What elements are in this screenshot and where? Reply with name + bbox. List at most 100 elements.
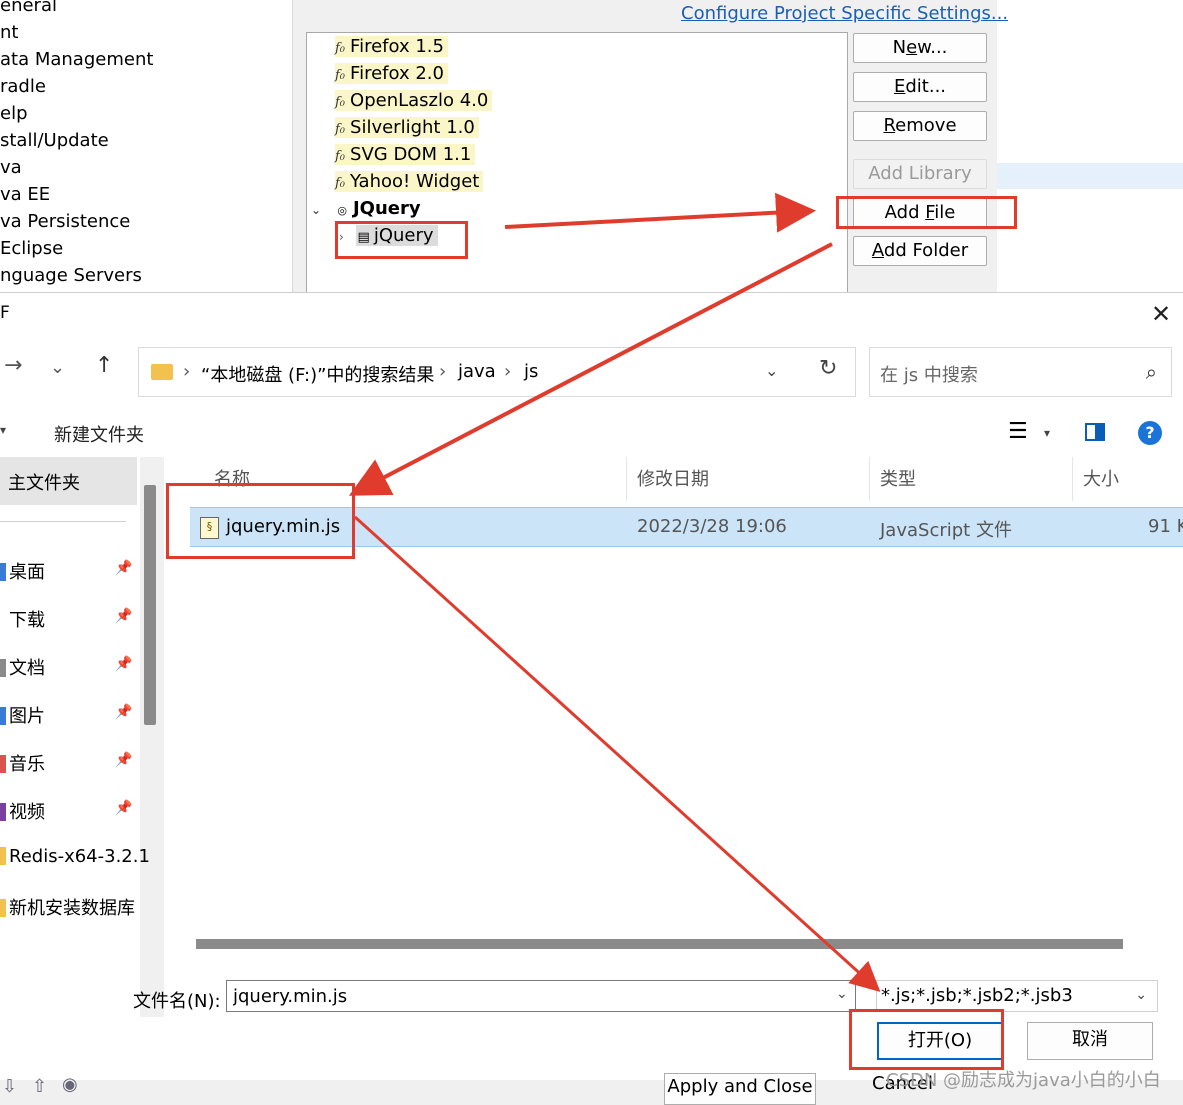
address-bar[interactable]: › “本地磁盘 (F:)”中的搜索结果 › java › js ⌄ ↻ bbox=[138, 347, 856, 397]
view-dropdown-icon[interactable]: ▾ bbox=[1044, 426, 1050, 440]
function-icon: f₀ bbox=[335, 41, 346, 56]
apply-and-close-button[interactable]: Apply and Close bbox=[664, 1073, 816, 1105]
navigation-pane: 主文件夹 桌面 📌 下载 📌 文档 📌 图片 📌 音乐 📌 视频 📌 Redis-x64-3.2.1 新机… bbox=[0, 457, 165, 1017]
pref-item-ant[interactable]: nt bbox=[0, 19, 18, 46]
nav-item[interactable]: 文档 bbox=[0, 654, 45, 680]
library-item[interactable]: f₀ SVG DOM 1.1 bbox=[335, 142, 476, 167]
nav-item-home[interactable]: 主文件夹 bbox=[0, 457, 137, 505]
folder-icon bbox=[0, 847, 6, 865]
nav-item[interactable]: Redis-x64-3.2.1 bbox=[0, 846, 150, 867]
search-icon[interactable]: ⌕ bbox=[1146, 360, 1157, 384]
forward-arrow-icon[interactable]: → bbox=[4, 353, 22, 378]
remove-button[interactable]: Remove bbox=[853, 111, 987, 141]
library-item[interactable]: f₀ Silverlight 1.0 bbox=[335, 115, 479, 140]
pref-item-java-persistence[interactable]: va Persistence bbox=[0, 208, 130, 235]
nav-item[interactable]: 视频 bbox=[0, 798, 45, 824]
annotation-box-file bbox=[166, 483, 355, 559]
add-folder-button[interactable]: Add Folder bbox=[853, 236, 987, 266]
file-type-filter[interactable]: *.js;*.jsb;*.jsb2;*.jsb3 ⌄ bbox=[876, 980, 1158, 1012]
nav-divider bbox=[0, 521, 126, 522]
annotation-box-jquery bbox=[335, 221, 468, 259]
add-library-button: Add Library bbox=[853, 159, 987, 189]
file-open-dialog: F ✕ → ⌄ ↑ › “本地磁盘 (F:)”中的搜索结果 › java › j… bbox=[0, 292, 1183, 1081]
nav-scrollbar-thumb[interactable] bbox=[144, 485, 156, 725]
export-icon[interactable]: ⇧ bbox=[32, 1076, 47, 1097]
pin-icon[interactable]: 📌 bbox=[115, 704, 132, 720]
help-icon[interactable]: ? bbox=[1138, 421, 1162, 445]
edit-button[interactable]: Edit... bbox=[853, 72, 987, 102]
function-icon: f₀ bbox=[335, 122, 346, 137]
selected-row bbox=[997, 163, 1183, 189]
import-icon[interactable]: ⇩ bbox=[2, 1076, 17, 1097]
cancel-button[interactable]: 取消 bbox=[1027, 1022, 1153, 1060]
pref-item-java[interactable]: va bbox=[0, 154, 22, 181]
chevron-down-icon: ⌄ bbox=[1135, 987, 1147, 1003]
nav-item[interactable]: 下载 bbox=[0, 606, 45, 632]
pref-item-eclipse[interactable]: Eclipse bbox=[0, 235, 63, 262]
file-type: JavaScript 文件 bbox=[880, 520, 1012, 541]
pref-item-gradle[interactable]: radle bbox=[0, 73, 46, 100]
nav-item[interactable]: 桌面 bbox=[0, 558, 45, 584]
annotation-box-add-file bbox=[836, 196, 1017, 229]
library-group-jquery[interactable]: ⌄ ◎ JQuery bbox=[311, 196, 421, 221]
pref-item-java-ee[interactable]: va EE bbox=[0, 181, 50, 208]
column-divider[interactable] bbox=[626, 457, 627, 501]
column-header-size[interactable]: 大小 bbox=[1083, 465, 1119, 491]
new-folder-button[interactable]: 新建文件夹 bbox=[54, 421, 144, 447]
folder-icon bbox=[0, 659, 6, 677]
column-divider[interactable] bbox=[869, 457, 870, 501]
pin-icon[interactable]: 📌 bbox=[115, 656, 132, 672]
pin-icon[interactable]: 📌 bbox=[115, 800, 132, 816]
column-header-type[interactable]: 类型 bbox=[880, 465, 916, 491]
pin-icon[interactable]: 📌 bbox=[115, 752, 132, 768]
up-arrow-icon[interactable]: ↑ bbox=[95, 353, 113, 378]
info-icon[interactable]: ◉ bbox=[62, 1074, 78, 1095]
breadcrumb-separator: › bbox=[183, 361, 191, 382]
library-item[interactable]: f₀ OpenLaszlo 4.0 bbox=[335, 88, 493, 113]
address-dropdown-icon[interactable]: ⌄ bbox=[765, 361, 778, 380]
search-input[interactable]: 在 js 中搜索 ⌕ bbox=[869, 347, 1172, 397]
breadcrumb-java[interactable]: java bbox=[458, 361, 496, 382]
folder-icon bbox=[0, 755, 6, 773]
filename-dropdown-icon[interactable]: ⌄ bbox=[836, 986, 848, 1002]
preview-pane-icon[interactable] bbox=[1085, 423, 1105, 441]
library-group-icon: ◎ bbox=[337, 204, 347, 217]
new-button[interactable]: New... bbox=[853, 33, 987, 63]
folder-icon bbox=[0, 899, 6, 917]
chevron-down-icon[interactable]: ⌄ bbox=[311, 203, 321, 217]
folder-icon bbox=[0, 611, 6, 629]
pref-item-help[interactable]: elp bbox=[0, 100, 28, 127]
pin-icon[interactable]: 📌 bbox=[115, 608, 132, 624]
nav-item[interactable]: 新机安装数据库 bbox=[0, 894, 135, 920]
library-item[interactable]: f₀ Yahoo! Widget bbox=[335, 169, 484, 194]
library-item[interactable]: f₀ Firefox 1.5 bbox=[335, 34, 448, 59]
breadcrumb-js[interactable]: js bbox=[524, 361, 538, 382]
function-icon: f₀ bbox=[335, 68, 346, 83]
folder-icon bbox=[0, 803, 6, 821]
library-item[interactable]: f₀ Firefox 2.0 bbox=[335, 61, 448, 86]
organize-dropdown-icon[interactable]: ▾ bbox=[0, 423, 6, 437]
recent-dropdown-icon[interactable]: ⌄ bbox=[50, 357, 65, 378]
column-divider[interactable] bbox=[1072, 457, 1073, 501]
configure-project-settings-link[interactable]: Configure Project Specific Settings... bbox=[681, 3, 1008, 24]
close-icon[interactable]: ✕ bbox=[1148, 301, 1174, 327]
folder-icon bbox=[0, 707, 6, 725]
nav-item[interactable]: 图片 bbox=[0, 702, 45, 728]
breadcrumb-search-results[interactable]: “本地磁盘 (F:)”中的搜索结果 bbox=[201, 361, 434, 387]
file-size: 91 K bbox=[1148, 516, 1183, 537]
pref-item-install-update[interactable]: stall/Update bbox=[0, 127, 109, 154]
dialog-title: F bbox=[0, 303, 10, 323]
folder-icon bbox=[151, 364, 173, 380]
pref-item-language-servers[interactable]: nguage Servers bbox=[0, 262, 142, 289]
column-header-date[interactable]: 修改日期 bbox=[637, 465, 709, 491]
pref-item-data-management[interactable]: ata Management bbox=[0, 46, 153, 73]
horizontal-scrollbar-thumb[interactable] bbox=[196, 939, 1123, 949]
refresh-icon[interactable]: ↻ bbox=[819, 356, 837, 381]
view-options-icon[interactable]: ☰ bbox=[1008, 419, 1028, 444]
annotation-box-open bbox=[849, 1009, 1004, 1070]
nav-item[interactable]: 音乐 bbox=[0, 750, 45, 776]
filename-input[interactable] bbox=[226, 980, 856, 1012]
filename-label: 文件名(N): bbox=[133, 991, 221, 1012]
pin-icon[interactable]: 📌 bbox=[115, 560, 132, 576]
pref-item-general[interactable]: eneral bbox=[0, 0, 57, 19]
